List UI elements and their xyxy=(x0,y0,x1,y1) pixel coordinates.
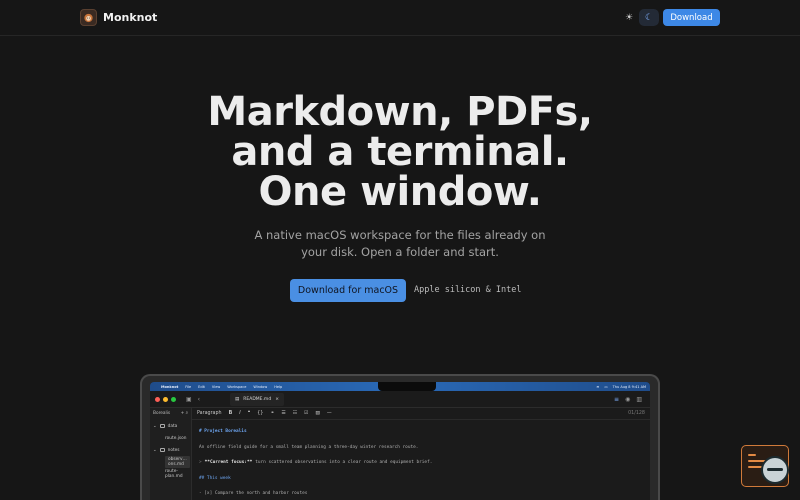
panel-toggle-icon: ▥ xyxy=(636,395,642,403)
quote-bold: **Current focus:** xyxy=(204,460,253,466)
sidebar-header: Borealis + ⌕ xyxy=(153,411,188,416)
sidebar-folder: ⌄ data xyxy=(153,420,188,432)
platform-note: Apple silicon & Intel xyxy=(414,285,522,295)
download-for-macos-button[interactable]: Download for macOS xyxy=(290,279,406,302)
add-search-icons: + ⌕ xyxy=(180,411,188,416)
cursor-position: 01/128 xyxy=(628,411,645,416)
divider-icon: — xyxy=(326,411,332,416)
wifi-icon: ≋ xyxy=(596,384,600,389)
back-icon: ‹ xyxy=(197,395,201,403)
image-icon: ▨ xyxy=(315,411,320,416)
mockup-body: Borealis + ⌕ ⌄ data route.json ⌄ notes o… xyxy=(150,408,650,500)
tab-readme: ▤ README.md × xyxy=(230,392,284,406)
sun-icon[interactable]: ☀ xyxy=(619,9,639,26)
nav-download-button[interactable]: Download xyxy=(663,9,720,26)
italic-icon: I xyxy=(239,411,241,416)
sidebar-file: route-plan.md xyxy=(153,468,188,480)
theme-toggle[interactable]: ☀ ☾ xyxy=(619,9,659,26)
moon-icon[interactable]: ☾ xyxy=(639,9,659,26)
close-tab-icon: × xyxy=(275,396,279,402)
window-controls xyxy=(150,396,186,402)
camera-notch xyxy=(378,382,436,391)
top-nav: Monknot ☀ ☾ Download xyxy=(0,0,800,36)
hero-title-line: and a terminal. xyxy=(231,129,569,175)
folder-icon xyxy=(159,424,165,428)
editor-line: - [x] Compare the north and harbor route… xyxy=(199,491,308,497)
close-window-icon xyxy=(155,396,160,402)
sidebar-item-label: notes xyxy=(167,447,180,453)
editor-line: An offline field guide for a small team … xyxy=(199,444,419,450)
battery-icon: ▭ xyxy=(604,384,608,389)
chevron-down-icon: ⌄ xyxy=(153,423,157,429)
tab-label: README.md xyxy=(243,396,272,402)
menubar-item: View xyxy=(211,384,221,389)
assistant-avatar-icon[interactable] xyxy=(761,456,789,484)
brand-name: Monknot xyxy=(103,11,158,24)
mockup-file-sidebar: Borealis + ⌕ ⌄ data route.json ⌄ notes o… xyxy=(150,408,192,500)
mockup-editor: Paragraph B I ❝ {} ⚭ ☰ ☷ ☑ ▨ — 01/128 # … xyxy=(192,408,650,500)
code-icon: {} xyxy=(257,411,264,416)
hero-title-line: Markdown, PDFs, xyxy=(207,89,593,135)
workspace-name: Borealis xyxy=(153,411,171,416)
outline-icon: ≡ xyxy=(614,395,620,403)
toolbar-right-icons: ≡ ◉ ▥ xyxy=(614,396,650,403)
monknot-logo-icon xyxy=(80,9,97,26)
hero-title: Markdown, PDFs, and a terminal. One wind… xyxy=(0,92,800,212)
quote-icon: ❝ xyxy=(247,411,251,416)
editor-content: # Project Borealis An offline field guid… xyxy=(192,420,650,500)
sidebar-file: route.json xyxy=(153,432,188,444)
menubar-item: Workspace xyxy=(227,384,247,389)
sidebar-item-label: route-plan.md xyxy=(165,469,183,479)
quote-text: turn scattered observations into a clear… xyxy=(255,460,433,466)
mockup-screen: Monknot File Edit View Workspace Window … xyxy=(150,382,650,500)
mockup-toolbar: ▣ ‹ ▤ README.md × ≡ ◉ ▥ xyxy=(150,391,650,408)
app-screenshot-mockup: Monknot File Edit View Workspace Window … xyxy=(140,374,660,500)
minimize-window-icon xyxy=(163,396,168,402)
sidebar-file: observ…ons.md xyxy=(153,456,190,468)
document-icon: ▤ xyxy=(235,396,240,402)
bullet-list-icon: ☰ xyxy=(281,411,286,416)
menubar-item: Window xyxy=(253,384,268,389)
menubar-item: File xyxy=(185,384,192,389)
menubar-clock: Thu Aug 8 9:41 AM xyxy=(612,384,646,389)
brand[interactable]: Monknot xyxy=(80,9,157,26)
sidebar-item-label: route.json xyxy=(165,435,187,441)
chevron-down-icon: ⌄ xyxy=(153,447,157,453)
menubar-item: Edit xyxy=(198,384,205,389)
link-icon: ⚭ xyxy=(270,411,275,416)
checklist-icon: ☑ xyxy=(304,411,309,416)
editor-line-quote: > **Current focus:** turn scattered obse… xyxy=(199,455,643,471)
hero-title-line: One window. xyxy=(258,169,542,215)
menubar-status: ≋ ▭ Thu Aug 8 9:41 AM xyxy=(596,385,646,389)
sidebar-toggle-icon: ▣ xyxy=(186,395,192,403)
editor-line: ## This week xyxy=(199,475,231,481)
hero-subtitle: A native macOS workspace for the files a… xyxy=(254,228,546,259)
preview-eye-icon: ◉ xyxy=(625,395,631,403)
bold-icon: B xyxy=(228,411,233,416)
editor-line: # Project Borealis xyxy=(199,429,247,435)
zoom-window-icon xyxy=(171,396,176,402)
format-toolbar: Paragraph B I ❝ {} ⚭ ☰ ☷ ☑ ▨ — 01/128 xyxy=(192,408,650,420)
toolbar-left-icons: ▣ ‹ xyxy=(186,396,230,403)
sidebar-item-label: observ…ons.md xyxy=(165,456,190,468)
quote-marker: > xyxy=(199,460,202,466)
numbered-list-icon: ☷ xyxy=(292,411,298,416)
block-style-select: Paragraph xyxy=(197,411,222,416)
folder-icon xyxy=(159,448,165,452)
menubar-item: Monknot xyxy=(161,384,179,389)
menubar-item: Help xyxy=(274,384,283,389)
sidebar-item-label: data xyxy=(167,423,178,429)
sidebar-folder: ⌄ notes xyxy=(153,444,188,456)
